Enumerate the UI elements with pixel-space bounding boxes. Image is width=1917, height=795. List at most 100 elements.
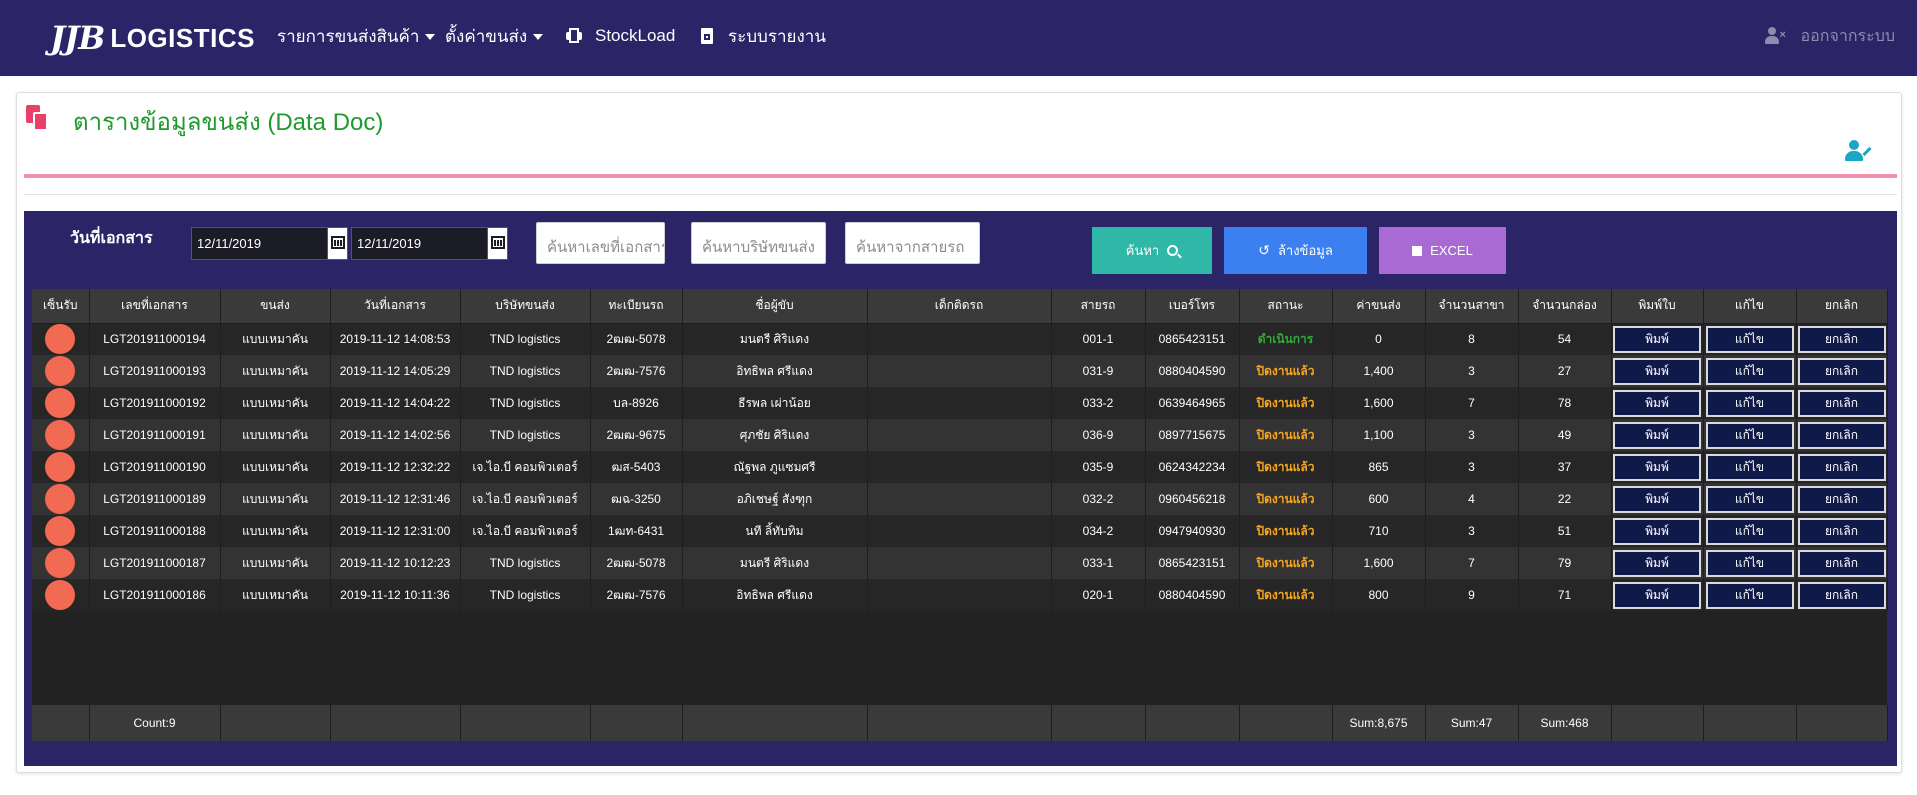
- column-header: เลขที่เอกสาร: [89, 289, 221, 324]
- edit-button[interactable]: แก้ไข: [1705, 581, 1794, 609]
- cell-helper: [867, 355, 1052, 387]
- edit-button[interactable]: แก้ไข: [1705, 517, 1794, 545]
- table-row: LGT201911000193 แบบเหมาคัน 2019-11-12 14:0…: [32, 355, 1888, 387]
- calendar-icon[interactable]: [327, 228, 347, 259]
- cell-branches: 7: [1425, 547, 1519, 579]
- search-doc-input[interactable]: ค้นหาเลขที่เอกสาร: [536, 222, 665, 264]
- cell-boxes: 54: [1518, 323, 1612, 355]
- logout-link[interactable]: × ออกจากระบบ: [1764, 22, 1895, 50]
- cancel-button[interactable]: ยกเลิก: [1797, 453, 1886, 481]
- cell-status: ปิดงานแล้ว: [1239, 515, 1333, 547]
- cell-plate: 2ฒฒ-7576: [590, 579, 683, 611]
- cell-company: เจ.ไอ.บี คอมพิวเตอร์: [460, 451, 591, 483]
- cancel-button[interactable]: ยกเลิก: [1797, 389, 1886, 417]
- date-to-input[interactable]: 12/11/2019: [351, 227, 508, 260]
- cancel-button[interactable]: ยกเลิก: [1797, 421, 1886, 449]
- sign-status-dot[interactable]: [45, 356, 76, 386]
- print-button[interactable]: พิมพ์: [1613, 581, 1701, 609]
- user-logout-icon: ×: [1764, 27, 1787, 45]
- sign-status-dot[interactable]: [45, 548, 76, 578]
- print-button[interactable]: พิมพ์: [1613, 453, 1701, 481]
- sign-status-dot[interactable]: [45, 484, 76, 514]
- nav-item-reports[interactable]: ระบบรายงาน: [698, 22, 826, 50]
- search-company-input[interactable]: ค้นหาบริษัทขนส่ง: [691, 222, 826, 264]
- cell-type: แบบเหมาคัน: [220, 323, 331, 355]
- table-body: LGT201911000194 แบบเหมาคัน 2019-11-12 14:0…: [32, 323, 1888, 611]
- cell-type: แบบเหมาคัน: [220, 483, 331, 515]
- print-button[interactable]: พิมพ์: [1613, 389, 1701, 417]
- cell-fee: 0: [1332, 323, 1426, 355]
- cell-phone: 0880404590: [1145, 355, 1240, 387]
- sign-status-dot[interactable]: [45, 452, 76, 482]
- calendar-icon[interactable]: [487, 228, 507, 259]
- print-button[interactable]: พิมพ์: [1613, 549, 1701, 577]
- edit-button[interactable]: แก้ไข: [1705, 389, 1794, 417]
- cancel-button[interactable]: ยกเลิก: [1797, 549, 1886, 577]
- table-row: LGT201911000189 แบบเหมาคัน 2019-11-12 12:3…: [32, 483, 1888, 515]
- cell-company: TND logistics: [460, 355, 591, 387]
- user-edit-icon[interactable]: [1845, 140, 1872, 162]
- search-button[interactable]: ค้นหา: [1092, 227, 1212, 274]
- cell-company: TND logistics: [460, 419, 591, 451]
- search-icon: [1167, 245, 1179, 256]
- cell-status: ปิดงานแล้ว: [1239, 579, 1333, 611]
- cell-plate: 2ฒฒ-5078: [590, 547, 683, 579]
- cancel-button[interactable]: ยกเลิก: [1797, 581, 1886, 609]
- nav-item-stockload[interactable]: StockLoad: [565, 22, 675, 50]
- column-header: ยกเลิก: [1796, 289, 1888, 324]
- cell-type: แบบเหมาคัน: [220, 355, 331, 387]
- cell-date: 2019-11-12 14:08:53: [330, 323, 461, 355]
- edit-button[interactable]: แก้ไข: [1705, 421, 1794, 449]
- search-route-input[interactable]: ค้นหาจากสายรถ: [845, 222, 980, 264]
- cell-phone: 0897715675: [1145, 419, 1240, 451]
- print-button[interactable]: พิมพ์: [1613, 421, 1701, 449]
- cell-doc: LGT201911000187: [89, 547, 221, 579]
- cell-company: TND logistics: [460, 547, 591, 579]
- cell-driver: มนตรี ศิริแดง: [682, 547, 868, 579]
- brand-logo[interactable]: JJB LOGISTICS: [50, 18, 255, 58]
- cell-date: 2019-11-12 14:05:29: [330, 355, 461, 387]
- cell-helper: [867, 419, 1052, 451]
- column-header: ขนส่ง: [220, 289, 331, 324]
- sign-status-dot[interactable]: [45, 324, 76, 355]
- undo-icon: ↺: [1258, 242, 1270, 258]
- cancel-button[interactable]: ยกเลิก: [1797, 325, 1886, 353]
- print-button[interactable]: พิมพ์: [1613, 325, 1701, 353]
- cell-fee: 865: [1332, 451, 1426, 483]
- nav-item-shipping-settings[interactable]: ตั้งค่าขนส่ง: [445, 22, 544, 50]
- cancel-button[interactable]: ยกเลิก: [1797, 517, 1886, 545]
- cancel-button[interactable]: ยกเลิก: [1797, 485, 1886, 513]
- edit-button[interactable]: แก้ไข: [1705, 325, 1794, 353]
- cell-route: 035-9: [1051, 451, 1146, 483]
- table-row: LGT201911000192 แบบเหมาคัน 2019-11-12 14:0…: [32, 387, 1888, 419]
- excel-button[interactable]: EXCEL: [1379, 227, 1506, 274]
- cell-driver: ณัฐพล ภูแซมศรี: [682, 451, 868, 483]
- clear-button[interactable]: ↺ ล้างข้อมูล: [1224, 227, 1367, 274]
- cell-fee: 1,400: [1332, 355, 1426, 387]
- edit-button[interactable]: แก้ไข: [1705, 357, 1794, 385]
- sign-status-dot[interactable]: [45, 388, 76, 418]
- cell-type: แบบเหมาคัน: [220, 579, 331, 611]
- print-button[interactable]: พิมพ์: [1613, 485, 1701, 513]
- cell-branches: 3: [1425, 419, 1519, 451]
- print-button[interactable]: พิมพ์: [1613, 357, 1701, 385]
- cell-fee: 1,600: [1332, 547, 1426, 579]
- edit-button[interactable]: แก้ไข: [1705, 549, 1794, 577]
- sign-status-dot[interactable]: [45, 580, 76, 610]
- sign-status-dot[interactable]: [45, 420, 76, 450]
- cell-helper: [867, 387, 1052, 419]
- cell-company: TND logistics: [460, 323, 591, 355]
- print-button[interactable]: พิมพ์: [1613, 517, 1701, 545]
- cell-status: ปิดงานแล้ว: [1239, 387, 1333, 419]
- column-header: สายรถ: [1051, 289, 1146, 324]
- cell-route: 034-2: [1051, 515, 1146, 547]
- nav-item-shipping-list[interactable]: รายการขนส่งสินค้า: [277, 22, 436, 50]
- edit-button[interactable]: แก้ไข: [1705, 485, 1794, 513]
- date-from-input[interactable]: 12/11/2019: [191, 227, 348, 260]
- sign-status-dot[interactable]: [45, 516, 76, 546]
- edit-button[interactable]: แก้ไข: [1705, 453, 1794, 481]
- cancel-button[interactable]: ยกเลิก: [1797, 357, 1886, 385]
- clear-button-label: ล้างข้อมูล: [1277, 243, 1333, 258]
- page-title: ตารางข้อมูลขนส่ง (Data Doc): [73, 109, 384, 136]
- cell-fee: 600: [1332, 483, 1426, 515]
